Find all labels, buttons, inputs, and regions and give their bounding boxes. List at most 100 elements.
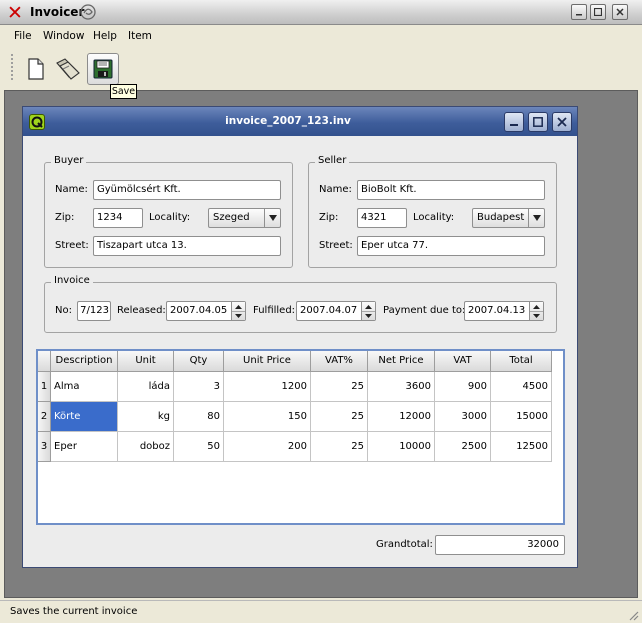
seller-locality-combo[interactable]: Budapest bbox=[472, 208, 545, 228]
new-document-icon bbox=[28, 58, 44, 80]
document-title: invoice_2007_123.inv bbox=[225, 115, 351, 127]
fulfilled-spin-buttons[interactable] bbox=[361, 302, 375, 320]
buyer-locality-combo[interactable]: Szeged bbox=[208, 208, 281, 228]
table-cell[interactable]: kg bbox=[118, 402, 174, 432]
table-cell[interactable]: doboz bbox=[118, 432, 174, 462]
row-header[interactable]: 3 bbox=[38, 432, 51, 462]
seller-street-label: Street: bbox=[319, 240, 353, 251]
new-button[interactable] bbox=[20, 53, 52, 85]
table-cell[interactable]: 25 bbox=[311, 432, 368, 462]
spin-down-icon[interactable] bbox=[232, 311, 245, 320]
seller-zip-input[interactable]: 4321 bbox=[357, 208, 407, 228]
payment-spin-buttons[interactable] bbox=[529, 302, 543, 320]
buyer-name-input[interactable]: Gyümölcsért Kft. bbox=[93, 180, 281, 200]
maximize-button[interactable] bbox=[590, 4, 606, 20]
items-table[interactable]: Description Unit Qty Unit Price VAT% Net… bbox=[36, 349, 565, 525]
grandtotal-field: 32000 bbox=[435, 535, 565, 555]
column-header-description[interactable]: Description bbox=[51, 351, 118, 372]
column-header-total[interactable]: Total bbox=[491, 351, 552, 372]
buyer-zip-input[interactable]: 1234 bbox=[93, 208, 143, 228]
save-floppy-icon bbox=[93, 59, 113, 79]
table-cell[interactable]: 200 bbox=[224, 432, 311, 462]
main-title-bar: ✕ Invoicer bbox=[0, 0, 642, 25]
seller-zip-label: Zip: bbox=[319, 212, 339, 223]
close-icon bbox=[616, 8, 624, 16]
released-spin-buttons[interactable] bbox=[231, 302, 245, 320]
seller-locality-value: Budapest bbox=[477, 212, 525, 223]
table-cell[interactable]: 10000 bbox=[368, 432, 435, 462]
table-cell[interactable]: 3000 bbox=[435, 402, 491, 432]
window-title: Invoicer bbox=[30, 5, 85, 19]
toolbar bbox=[0, 47, 642, 87]
invoice-no-label: No: bbox=[55, 305, 72, 316]
save-button[interactable] bbox=[87, 53, 119, 85]
seller-name-input[interactable]: BioBolt Kft. bbox=[357, 180, 545, 200]
status-message: Saves the current invoice bbox=[10, 606, 138, 617]
menu-window[interactable]: Window bbox=[43, 30, 84, 42]
table-cell[interactable]: 150 bbox=[224, 402, 311, 432]
table-cell[interactable]: Alma bbox=[51, 372, 118, 402]
seller-name-label: Name: bbox=[319, 184, 352, 195]
table-cell[interactable]: 900 bbox=[435, 372, 491, 402]
open-button[interactable] bbox=[52, 53, 84, 85]
table-cell[interactable]: láda bbox=[118, 372, 174, 402]
save-tooltip: Save bbox=[110, 84, 137, 99]
menu-help[interactable]: Help bbox=[93, 30, 117, 42]
table-cell[interactable]: 2500 bbox=[435, 432, 491, 462]
spin-up-icon[interactable] bbox=[232, 302, 245, 311]
released-date-input[interactable]: 2007.04.05 bbox=[166, 301, 246, 321]
seller-street-input[interactable]: Eper utca 77. bbox=[357, 236, 545, 256]
fulfilled-label: Fulfilled: bbox=[253, 305, 296, 316]
column-header-vat[interactable]: VAT bbox=[435, 351, 491, 372]
row-header[interactable]: 2 bbox=[38, 402, 51, 432]
minimize-icon bbox=[510, 124, 518, 126]
table-cell[interactable]: 12000 bbox=[368, 402, 435, 432]
spin-up-icon[interactable] bbox=[530, 302, 543, 311]
app-logo-x-icon: ✕ bbox=[7, 2, 23, 24]
table-cell[interactable]: Eper bbox=[51, 432, 118, 462]
document-maximize-button[interactable] bbox=[528, 112, 548, 132]
table-cell[interactable]: 12500 bbox=[491, 432, 552, 462]
column-header-unit[interactable]: Unit bbox=[118, 351, 174, 372]
spin-down-icon[interactable] bbox=[362, 311, 375, 320]
status-bar: Saves the current invoice bbox=[0, 600, 642, 623]
column-header-net-price[interactable]: Net Price bbox=[368, 351, 435, 372]
table-cell[interactable]: 15000 bbox=[491, 402, 552, 432]
table-cell[interactable]: 4500 bbox=[491, 372, 552, 402]
table-cell[interactable]: 1200 bbox=[224, 372, 311, 402]
buyer-group-label: Buyer bbox=[51, 155, 87, 166]
fulfilled-date-input[interactable]: 2007.04.07 bbox=[296, 301, 376, 321]
fulfilled-date-value: 2007.04.07 bbox=[300, 305, 358, 316]
column-header-qty[interactable]: Qty bbox=[174, 351, 224, 372]
document-close-button[interactable] bbox=[552, 112, 572, 132]
invoice-no-input[interactable]: 7/123 bbox=[77, 301, 111, 321]
seller-locality-label: Locality: bbox=[413, 212, 455, 223]
minimize-button[interactable] bbox=[571, 4, 587, 20]
buyer-street-input[interactable]: Tiszapart utca 13. bbox=[93, 236, 281, 256]
table-cell[interactable]: 3600 bbox=[368, 372, 435, 402]
menu-file[interactable]: File bbox=[14, 30, 32, 42]
spin-up-icon[interactable] bbox=[362, 302, 375, 311]
table-cell[interactable]: Körte bbox=[51, 402, 118, 432]
table-cell[interactable]: 3 bbox=[174, 372, 224, 402]
row-header[interactable]: 1 bbox=[38, 372, 51, 402]
resize-grip-icon[interactable] bbox=[627, 609, 639, 621]
table-cell[interactable]: 25 bbox=[311, 372, 368, 402]
table-corner[interactable] bbox=[38, 351, 51, 372]
released-date-value: 2007.04.05 bbox=[170, 305, 228, 316]
spin-down-icon[interactable] bbox=[530, 311, 543, 320]
toolbar-grip[interactable] bbox=[10, 53, 14, 81]
column-header-vat-percent[interactable]: VAT% bbox=[311, 351, 368, 372]
document-title-bar[interactable]: invoice_2007_123.inv bbox=[23, 107, 577, 136]
close-button[interactable] bbox=[612, 4, 628, 20]
document-minimize-button[interactable] bbox=[504, 112, 524, 132]
seller-group-label: Seller bbox=[315, 155, 350, 166]
table-cell[interactable]: 50 bbox=[174, 432, 224, 462]
menu-item[interactable]: Item bbox=[128, 30, 152, 42]
table-cell[interactable]: 25 bbox=[311, 402, 368, 432]
payment-due-date-input[interactable]: 2007.04.13 bbox=[464, 301, 544, 321]
table-cell[interactable]: 80 bbox=[174, 402, 224, 432]
buyer-locality-label: Locality: bbox=[149, 212, 191, 223]
buyer-name-label: Name: bbox=[55, 184, 88, 195]
column-header-unit-price[interactable]: Unit Price bbox=[224, 351, 311, 372]
